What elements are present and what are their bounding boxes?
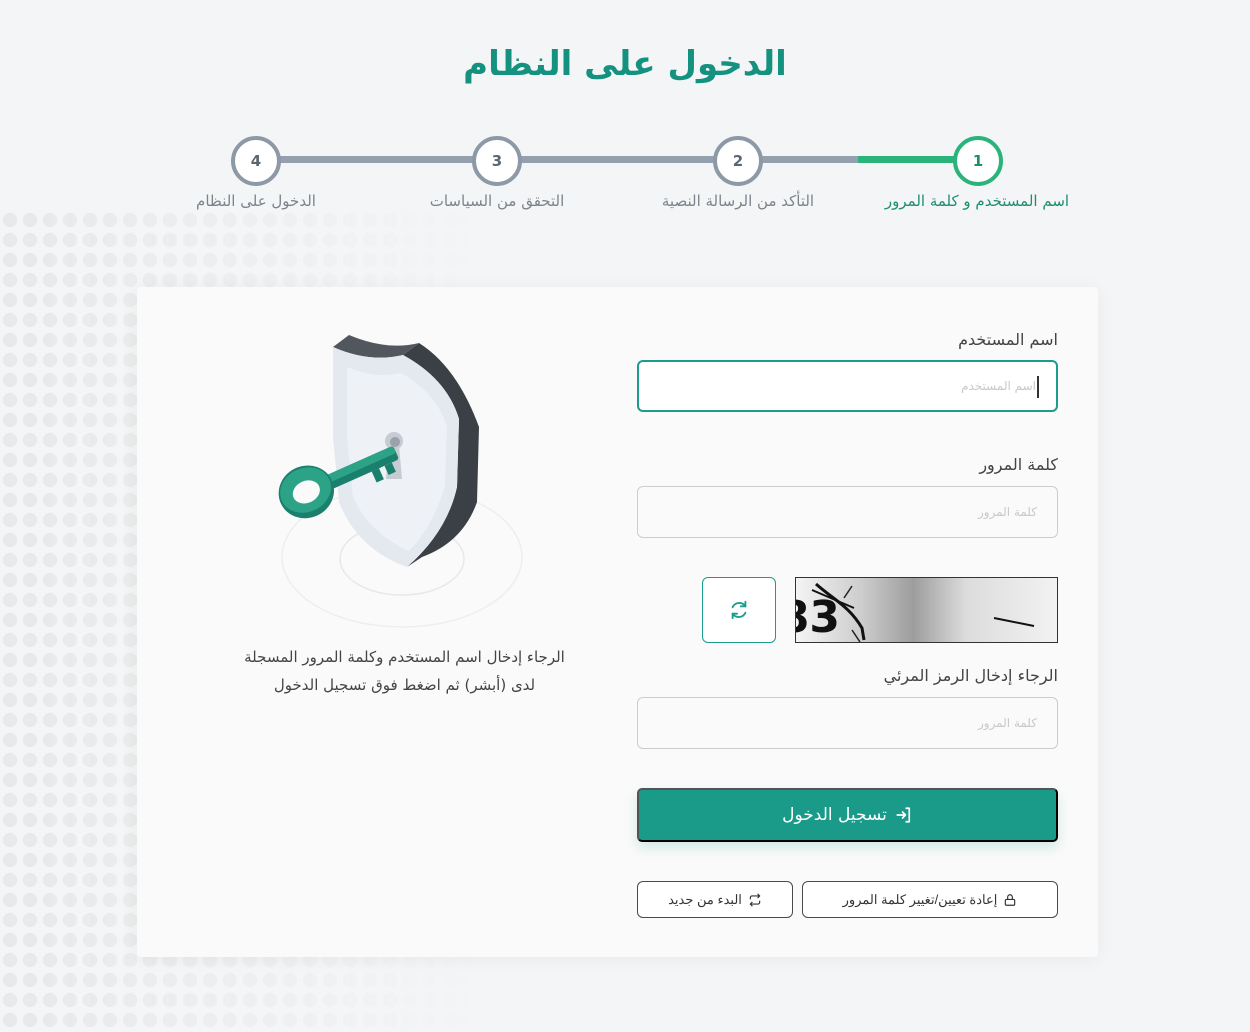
reset-password-button[interactable]: إعادة تعيين/تغيير كلمة المرور bbox=[802, 881, 1058, 918]
login-button-label: تسجيل الدخول bbox=[782, 805, 887, 825]
captcha-input[interactable] bbox=[637, 697, 1058, 749]
login-card: اسم المستخدم كلمة المرور 578683 الرجاء إ… bbox=[137, 287, 1098, 957]
step-1-label: اسم المستخدم و كلمة المرور bbox=[884, 192, 1070, 210]
step-3-circle: 3 bbox=[472, 136, 522, 186]
step-1-circle: 1 bbox=[953, 136, 1003, 186]
page-title: الدخول على النظام bbox=[463, 44, 787, 84]
text-caret bbox=[1037, 376, 1039, 398]
step-3-label: التحقق من السياسات bbox=[429, 192, 565, 210]
step-2-label: التأكد من الرسالة النصية bbox=[661, 192, 815, 210]
step-2-circle: 2 bbox=[713, 136, 763, 186]
progress-stepper: 1 2 3 4 اسم المستخدم و كلمة المرور التأك… bbox=[0, 130, 1250, 220]
shield-key-illustration bbox=[278, 335, 523, 628]
password-input[interactable] bbox=[637, 486, 1058, 538]
captcha-refresh-button[interactable] bbox=[702, 577, 776, 643]
password-label: كلمة المرور bbox=[979, 455, 1058, 474]
captcha-noise: 578683 bbox=[796, 582, 1035, 642]
step-4-label: الدخول على النظام bbox=[196, 192, 316, 210]
step-4-circle: 4 bbox=[231, 136, 281, 186]
refresh-icon bbox=[731, 600, 747, 620]
restart-button[interactable]: البدء من جديد bbox=[637, 881, 793, 918]
captcha-image: 578683 bbox=[795, 577, 1058, 643]
repeat-icon bbox=[749, 893, 761, 906]
username-input[interactable] bbox=[637, 360, 1058, 412]
reset-password-label: إعادة تعيين/تغيير كلمة المرور bbox=[842, 891, 998, 907]
lock-icon bbox=[1005, 893, 1016, 906]
login-instructions: الرجاء إدخال اسم المستخدم وكلمة المرور ا… bbox=[244, 648, 565, 694]
username-label: اسم المستخدم bbox=[958, 330, 1058, 349]
login-button[interactable]: تسجيل الدخول bbox=[637, 788, 1058, 842]
restart-label: البدء من جديد bbox=[668, 891, 742, 907]
captcha-label: الرجاء إدخال الرمز المرئي bbox=[883, 666, 1058, 685]
sign-in-icon bbox=[896, 807, 910, 823]
